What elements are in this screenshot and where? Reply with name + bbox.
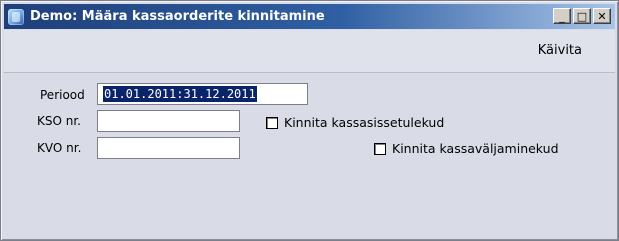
- confirm-payments-label: Kinnita kassaväljaminekud: [392, 141, 559, 156]
- maximize-icon: □: [576, 9, 588, 23]
- checkbox-box: [374, 142, 386, 155]
- close-button[interactable]: ✕: [593, 8, 611, 24]
- period-field-value: 01.01.2011:31.12.2011: [103, 86, 257, 102]
- checkbox-box: [266, 116, 278, 129]
- close-icon: ✕: [597, 9, 607, 23]
- form-area: Periood 01.01.2011:31.12.2011 KSO nr. KV…: [4, 74, 615, 238]
- minimize-icon: _: [559, 9, 565, 23]
- kso-label: KSO nr.: [37, 114, 81, 128]
- run-button[interactable]: Käivita: [538, 43, 582, 58]
- dialog-window: Demo: Määra kassaorderite kinnitamine _ …: [0, 0, 619, 241]
- window-title: Demo: Määra kassaorderite kinnitamine: [30, 9, 325, 24]
- button-bar: Käivita: [4, 30, 615, 73]
- maximize-button[interactable]: □: [573, 8, 591, 24]
- period-label: Periood: [40, 88, 85, 102]
- kvo-field[interactable]: [97, 137, 240, 159]
- minimize-button[interactable]: _: [553, 8, 571, 24]
- confirm-payments-checkbox[interactable]: Kinnita kassaväljaminekud: [374, 141, 559, 156]
- title-bar[interactable]: Demo: Määra kassaorderite kinnitamine _ …: [4, 4, 615, 29]
- confirm-receipts-checkbox[interactable]: Kinnita kassasissetulekud: [266, 115, 444, 130]
- app-icon: [8, 8, 24, 25]
- kso-field[interactable]: [97, 110, 240, 132]
- kvo-label: KVO nr.: [37, 141, 82, 155]
- confirm-receipts-label: Kinnita kassasissetulekud: [284, 115, 445, 130]
- window-controls: _ □ ✕: [553, 8, 611, 24]
- period-field[interactable]: 01.01.2011:31.12.2011: [97, 83, 308, 105]
